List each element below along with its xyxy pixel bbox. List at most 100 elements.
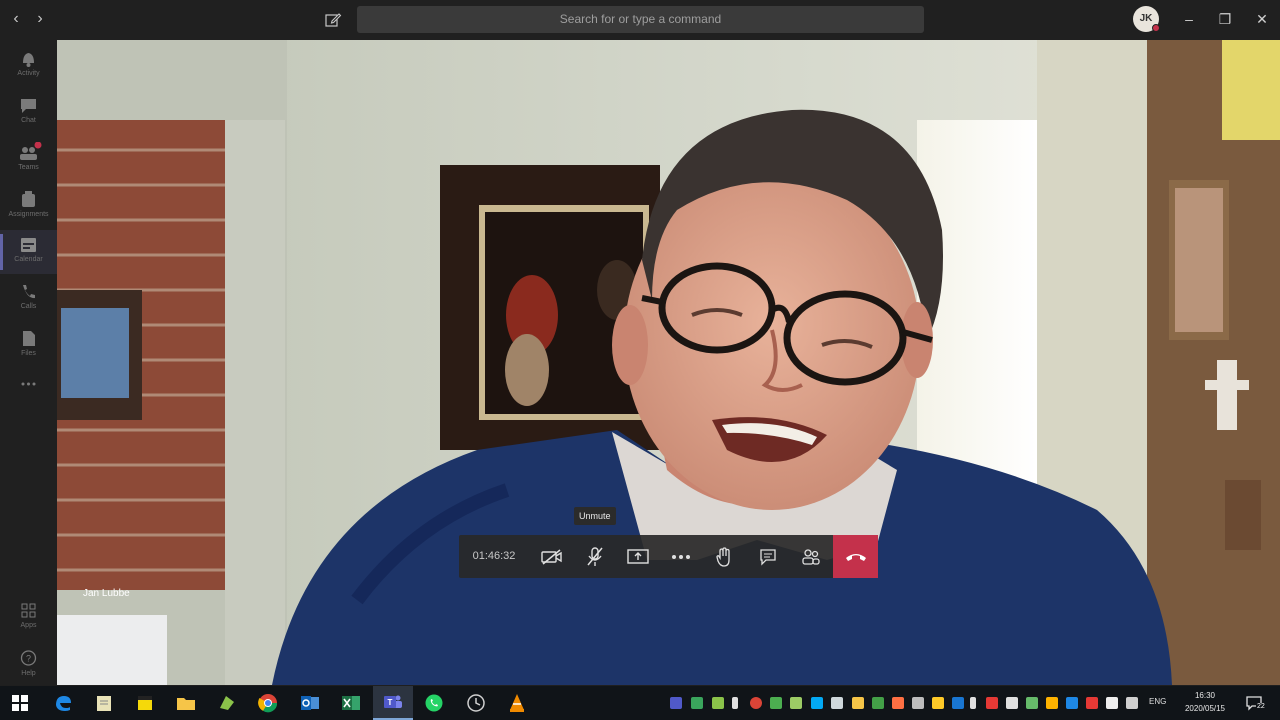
tray-app-icon[interactable] bbox=[1046, 697, 1058, 709]
back-arrow-icon[interactable]: ‹ bbox=[8, 11, 24, 27]
camera-toggle-button[interactable] bbox=[530, 535, 573, 578]
hang-up-button[interactable] bbox=[833, 535, 878, 578]
sticky-notes-icon bbox=[138, 696, 152, 710]
tray-app-icon[interactable] bbox=[770, 697, 782, 709]
tray-app-icon[interactable] bbox=[831, 697, 843, 709]
tray-network-icon[interactable] bbox=[1106, 697, 1118, 709]
rail-item-calendar[interactable]: Calendar bbox=[0, 230, 57, 274]
chrome-icon bbox=[258, 694, 278, 713]
mic-off-icon bbox=[586, 546, 603, 566]
tray-app-icon[interactable] bbox=[790, 697, 802, 709]
whatsapp-icon bbox=[425, 694, 443, 712]
tray-app-icon[interactable] bbox=[852, 697, 864, 709]
call-timer: 01:46:32 bbox=[472, 550, 516, 562]
clock-time: 16:30 bbox=[1194, 691, 1216, 700]
more-apps-button[interactable] bbox=[0, 370, 57, 414]
vlc-icon bbox=[510, 694, 524, 712]
taskbar-teams[interactable]: T bbox=[373, 686, 413, 720]
more-actions-button[interactable] bbox=[659, 535, 702, 578]
apps-icon bbox=[21, 603, 36, 618]
tray-app-icon[interactable] bbox=[892, 697, 904, 709]
chat-icon bbox=[21, 99, 36, 113]
call-controls-bar: 01:46:32 bbox=[459, 535, 878, 578]
taskbar-file-explorer[interactable] bbox=[166, 686, 206, 720]
teams-window: ‹ › Search for or type a command JK – ❐ … bbox=[0, 0, 1280, 720]
taskbar-chrome[interactable] bbox=[248, 686, 288, 720]
files-icon bbox=[23, 331, 35, 346]
tray-app-icon[interactable] bbox=[1026, 697, 1038, 709]
teams-icon: T bbox=[384, 695, 402, 708]
minimize-icon[interactable]: – bbox=[1178, 10, 1200, 28]
clock-app-icon bbox=[467, 694, 485, 712]
windows-taskbar: T ENG 16:30 2020/05/15 22 bbox=[0, 686, 1280, 720]
taskbar-excel[interactable] bbox=[331, 686, 371, 720]
rail-item-assignments[interactable]: Assignments bbox=[0, 185, 57, 229]
tray-dropbox-icon[interactable] bbox=[1066, 697, 1078, 709]
tray-app-icon[interactable] bbox=[811, 697, 823, 709]
folder-icon bbox=[177, 698, 195, 710]
windows-logo-icon bbox=[12, 695, 28, 711]
rail-item-teams[interactable]: Teams bbox=[0, 138, 57, 182]
tray-app-icon[interactable] bbox=[1086, 697, 1098, 709]
edge-icon bbox=[56, 696, 71, 711]
tray-app-icon[interactable] bbox=[952, 697, 964, 709]
input-language[interactable]: ENG bbox=[1149, 697, 1166, 706]
rail-label: Teams bbox=[18, 164, 39, 171]
system-tray bbox=[664, 686, 1144, 720]
tray-usb-icon[interactable] bbox=[732, 697, 738, 709]
svg-text:T: T bbox=[388, 698, 393, 707]
svg-text:?: ? bbox=[26, 654, 31, 664]
taskbar-clock-app[interactable] bbox=[456, 686, 496, 720]
share-screen-icon bbox=[626, 548, 649, 564]
tray-app-icon[interactable] bbox=[970, 697, 976, 709]
taskbar-notepad[interactable] bbox=[84, 686, 124, 720]
raise-hand-button[interactable] bbox=[702, 535, 745, 578]
new-chat-icon[interactable] bbox=[324, 11, 342, 29]
tray-app-icon[interactable] bbox=[712, 697, 724, 709]
chat-icon bbox=[759, 548, 776, 566]
microphone-toggle-button[interactable] bbox=[573, 535, 616, 578]
rail-item-calls[interactable]: Calls bbox=[0, 277, 57, 321]
show-participants-button[interactable] bbox=[789, 535, 832, 578]
rail-label: Apps bbox=[20, 622, 37, 629]
rail-label: Calls bbox=[20, 303, 37, 310]
tray-teams-icon[interactable] bbox=[670, 697, 682, 709]
forward-arrow-icon[interactable]: › bbox=[32, 11, 48, 27]
tray-volume-icon[interactable] bbox=[1126, 697, 1138, 709]
tray-app-icon[interactable] bbox=[750, 697, 762, 709]
close-icon[interactable]: ✕ bbox=[1251, 10, 1273, 28]
rail-item-help[interactable]: ? Help bbox=[0, 644, 57, 688]
excel-icon bbox=[342, 696, 360, 710]
start-button[interactable] bbox=[0, 686, 40, 720]
presence-status-icon bbox=[1152, 24, 1160, 32]
tray-app-icon[interactable] bbox=[986, 697, 998, 709]
tray-app-icon[interactable] bbox=[932, 697, 944, 709]
maximize-icon[interactable]: ❐ bbox=[1214, 10, 1236, 28]
search-input[interactable]: Search for or type a command bbox=[357, 6, 924, 33]
tray-app-icon[interactable] bbox=[691, 697, 703, 709]
rail-item-activity[interactable]: Activity bbox=[0, 44, 57, 88]
action-center-button[interactable]: 22 bbox=[1244, 692, 1266, 714]
app-icon bbox=[220, 696, 234, 710]
tray-app-icon[interactable] bbox=[912, 697, 924, 709]
taskbar-clock[interactable]: 16:30 2020/05/15 bbox=[1176, 689, 1234, 715]
ellipsis-icon bbox=[21, 382, 36, 386]
tray-app-icon[interactable] bbox=[872, 697, 884, 709]
taskbar-sticky-notes[interactable] bbox=[125, 686, 165, 720]
taskbar-app-green[interactable] bbox=[207, 686, 247, 720]
rail-item-chat[interactable]: Chat bbox=[0, 91, 57, 135]
taskbar-vlc[interactable] bbox=[497, 686, 537, 720]
rail-label: Activity bbox=[17, 70, 40, 77]
phone-icon bbox=[23, 285, 35, 299]
taskbar-whatsapp[interactable] bbox=[414, 686, 454, 720]
participant-video bbox=[57, 40, 1280, 685]
taskbar-edge[interactable] bbox=[43, 686, 83, 720]
video-stage: Jan Lubbe bbox=[57, 40, 1280, 685]
rail-item-apps[interactable]: Apps bbox=[0, 596, 57, 640]
assignments-icon bbox=[22, 191, 35, 207]
taskbar-outlook[interactable] bbox=[290, 686, 330, 720]
tray-app-icon[interactable] bbox=[1006, 697, 1018, 709]
share-screen-button[interactable] bbox=[616, 535, 659, 578]
rail-item-files[interactable]: Files bbox=[0, 324, 57, 368]
show-conversation-button[interactable] bbox=[746, 535, 789, 578]
